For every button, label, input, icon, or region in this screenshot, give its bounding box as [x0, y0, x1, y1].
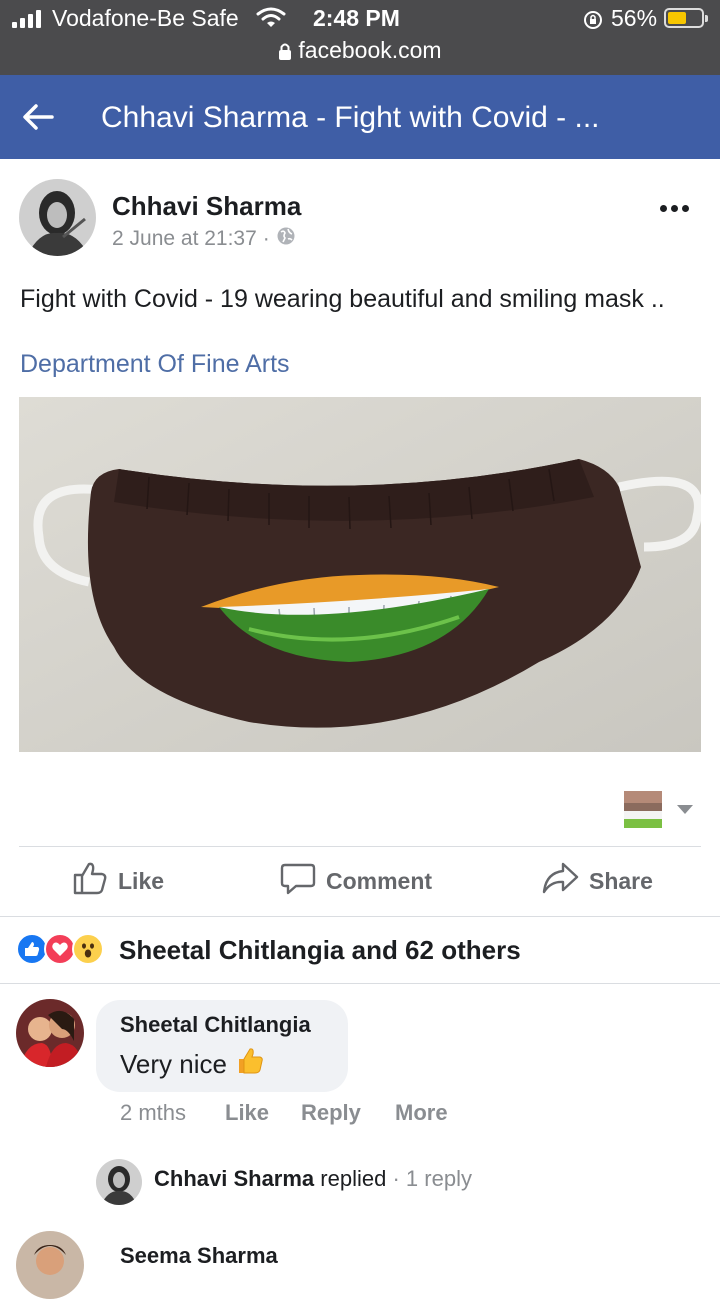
reply-author: Chhavi Sharma: [154, 1166, 315, 1191]
post-photo[interactable]: [19, 397, 701, 752]
reply-author-avatar[interactable]: [96, 1159, 142, 1205]
like-button[interactable]: Like: [72, 860, 164, 902]
comment-label: Comment: [326, 867, 433, 894]
post-author-name[interactable]: Chhavi Sharma: [112, 191, 301, 222]
post-meta: 2 June at 21:37 ·: [112, 226, 296, 252]
back-arrow-icon[interactable]: [22, 103, 54, 136]
battery-percent: 56%: [611, 5, 658, 31]
author-avatar[interactable]: [19, 179, 96, 256]
clock: 2:48 PM: [313, 5, 400, 31]
share-icon: [541, 860, 579, 902]
comment-author[interactable]: Sheetal Chitlangia: [120, 1012, 311, 1038]
carrier-name: Vodafone-Be Safe: [52, 5, 239, 31]
wifi-icon: [256, 6, 286, 35]
reply-count: 1 reply: [405, 1166, 472, 1191]
comment-reply-button[interactable]: Reply: [301, 1100, 361, 1126]
comment-like-button[interactable]: Like: [225, 1100, 269, 1126]
more-options-icon[interactable]: [660, 205, 689, 212]
status-bar: Vodafone-Be Safe 2:48 PM 56% facebook.co…: [0, 0, 720, 75]
reply-separator: ·: [392, 1166, 400, 1191]
divider: [0, 916, 720, 917]
thumbs-up-icon: [235, 1046, 265, 1083]
next-commenter-avatar[interactable]: [16, 1231, 84, 1299]
divider: [19, 846, 701, 847]
page-link[interactable]: Department Of Fine Arts: [20, 350, 290, 379]
replies-link[interactable]: Chhavi Sharma replied · 1 reply: [154, 1166, 472, 1192]
like-label: Like: [118, 867, 165, 894]
lock-icon: [278, 39, 292, 66]
comment-time: 2 mths: [120, 1100, 187, 1125]
like-icon: [72, 860, 108, 902]
url-text: facebook.com: [298, 37, 442, 63]
wow-icon: [72, 933, 104, 965]
divider: [0, 983, 720, 984]
share-label: Share: [589, 867, 653, 894]
next-comment-author[interactable]: Seema Sharma: [120, 1243, 278, 1269]
meta-separator: ·: [262, 227, 270, 250]
reply-verb: replied: [320, 1166, 387, 1191]
globe-icon: [276, 226, 296, 252]
comment-more-button[interactable]: More: [395, 1100, 448, 1126]
address-bar[interactable]: facebook.com: [0, 37, 720, 66]
comment-text: Very nice: [120, 1049, 227, 1079]
commenter-avatar[interactable]: [16, 999, 84, 1067]
orientation-lock-icon: [582, 9, 604, 36]
comment-text-row: Very nice: [120, 1046, 265, 1083]
page-title: Chhavi Sharma - Fight with Covid - ...: [101, 101, 600, 134]
reaction-icons[interactable]: [16, 933, 104, 965]
chevron-down-icon[interactable]: [677, 805, 693, 814]
comment-icon: [280, 860, 316, 902]
post-text: Fight with Covid - 19 wearing beautiful …: [20, 285, 665, 313]
comment-button[interactable]: Comment: [280, 860, 432, 902]
share-button[interactable]: Share: [541, 860, 653, 902]
signal-icon: [12, 10, 41, 28]
battery-icon: [664, 8, 708, 28]
post-date[interactable]: 2 June at 21:37: [112, 227, 257, 251]
reaction-summary[interactable]: Sheetal Chitlangia and 62 others: [119, 935, 521, 966]
reaction-preview-thumbnail[interactable]: [624, 791, 662, 828]
page-header: Chhavi Sharma - Fight with Covid - ...: [0, 75, 720, 159]
